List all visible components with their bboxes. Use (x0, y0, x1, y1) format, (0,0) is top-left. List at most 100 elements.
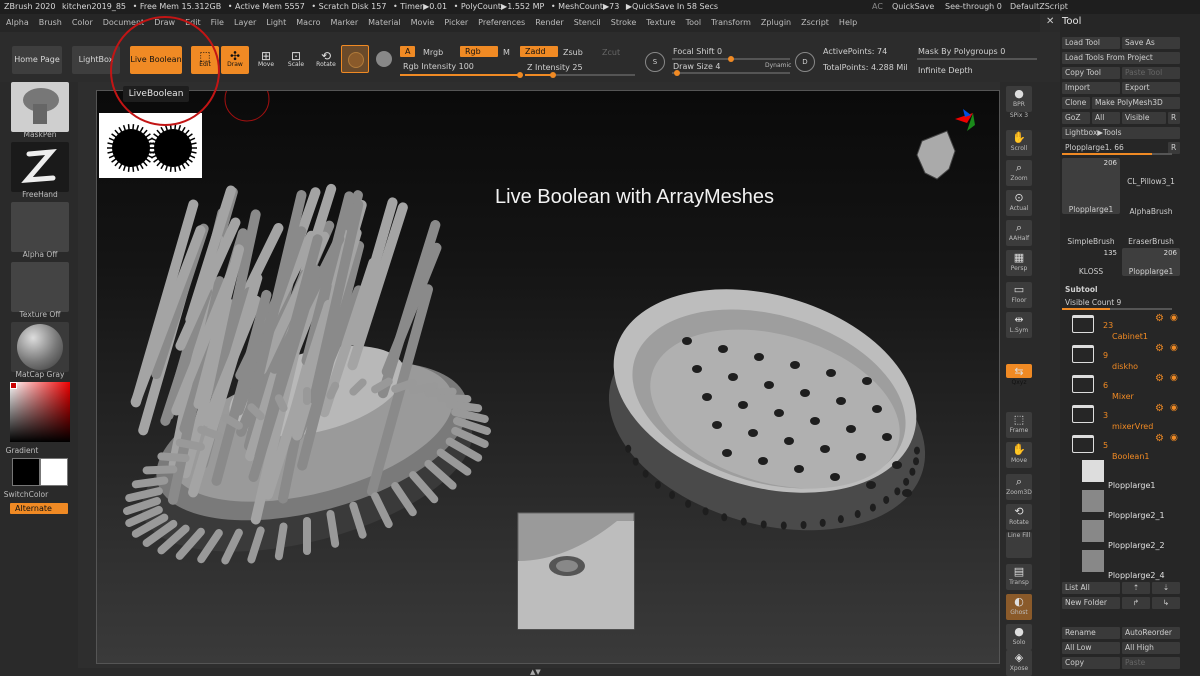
eye-icon[interactable]: ◉ (1170, 373, 1178, 383)
make-polymesh-button[interactable]: Make PolyMesh3D (1092, 97, 1180, 109)
subtool-child-thumb[interactable] (1082, 550, 1104, 572)
floor-button[interactable]: ▭ Floor (1006, 282, 1032, 308)
xpose-button[interactable]: ◈ Xpose (1006, 650, 1032, 676)
menu-macro[interactable]: Macro (296, 18, 320, 27)
menu-stencil[interactable]: Stencil (574, 18, 601, 27)
arrow-down-right-icon[interactable]: ↳ (1152, 597, 1180, 609)
r-button[interactable]: R (1168, 112, 1180, 124)
visible-count-track[interactable] (1062, 308, 1172, 310)
menu-layer[interactable]: Layer (234, 18, 256, 27)
all-high-button[interactable]: All High (1122, 642, 1180, 654)
subtool-folder-icon[interactable] (1072, 435, 1094, 453)
export-button[interactable]: Export (1122, 82, 1180, 94)
rgb-toggle[interactable]: Rgb (460, 46, 498, 57)
draw-button[interactable]: ✣ Draw (221, 46, 249, 74)
zsub-toggle[interactable]: Zsub (563, 48, 583, 57)
gear-icon[interactable]: ⚙ (1155, 313, 1164, 324)
rotate-view-button[interactable]: ⟲ Rotate (1006, 504, 1032, 530)
m-toggle[interactable]: M (503, 48, 510, 57)
import-button[interactable]: Import (1062, 82, 1120, 94)
alpha-thumb[interactable] (11, 202, 69, 252)
color-picker[interactable] (10, 382, 70, 442)
default-zscript[interactable]: DefaultZScript (1010, 0, 1068, 14)
lsym-button[interactable]: ⇹ L.Sym (1006, 312, 1032, 338)
frame-button[interactable]: ⬚ Frame (1006, 412, 1032, 438)
subtool-child-name[interactable]: Plopplarge2_4 (1108, 571, 1165, 580)
move-up-icon[interactable]: ⇡ (1122, 582, 1150, 594)
new-folder-button[interactable]: New Folder (1062, 597, 1120, 609)
visible-button[interactable]: Visible (1122, 112, 1166, 124)
menu-material[interactable]: Material (368, 18, 401, 27)
current-tool-slider-track[interactable] (1062, 153, 1172, 155)
subtool-child-thumb[interactable] (1082, 490, 1104, 512)
actual-button[interactable]: ⊙ Actual (1006, 190, 1032, 216)
switchcolor-button[interactable]: SwitchColor (0, 490, 66, 499)
move-view-button[interactable]: ✋ Move (1006, 442, 1032, 468)
list-all-button[interactable]: List All (1062, 582, 1120, 594)
menu-alpha[interactable]: Alpha (6, 18, 29, 27)
subtool-folder-icon[interactable] (1072, 375, 1094, 393)
primary-color-swatch[interactable] (12, 458, 40, 486)
menu-preferences[interactable]: Preferences (478, 18, 525, 27)
matcap-thumb[interactable] (11, 322, 69, 372)
eye-icon[interactable]: ◉ (1170, 403, 1178, 413)
alternate-button[interactable]: Alternate (10, 503, 68, 514)
dynamic-label[interactable]: Dynamic (765, 62, 791, 69)
menu-brush[interactable]: Brush (39, 18, 62, 27)
subtool-folder-name[interactable]: diskho (1112, 362, 1138, 371)
subtool-folder-icon[interactable] (1072, 405, 1094, 423)
maskpen-brush-thumb[interactable] (11, 82, 69, 132)
mrgb-toggle[interactable]: Mrgb (423, 48, 443, 57)
subtool-child-name[interactable]: Plopplarge2_1 (1108, 511, 1165, 520)
material-swatch[interactable] (341, 45, 369, 73)
qxyz-button[interactable]: ⇆ Qxyz (1006, 364, 1032, 386)
subtool-section-header[interactable]: Subtool (1062, 284, 1180, 296)
copy-button[interactable]: Copy (1062, 657, 1120, 669)
aahalf-button[interactable]: ⌕ AAHalf (1006, 220, 1032, 246)
menu-transform[interactable]: Transform (711, 18, 751, 27)
menu-tool[interactable]: Tool (686, 18, 702, 27)
goz-button[interactable]: GoZ (1062, 112, 1090, 124)
subtool-child-thumb[interactable] (1082, 460, 1104, 482)
tool-thumb-4[interactable]: EraserBrush (1122, 218, 1180, 246)
copy-tool-button[interactable]: Copy Tool (1062, 67, 1120, 79)
zoom-button[interactable]: ⌕ Zoom (1006, 160, 1032, 186)
a-toggle[interactable]: A (400, 46, 416, 57)
paste-button[interactable]: Paste (1122, 657, 1180, 669)
menu-zplugin[interactable]: Zplugin (761, 18, 791, 27)
texture-sphere-icon[interactable] (376, 51, 392, 67)
rotate-button[interactable]: ⟲ Rotate (312, 46, 340, 74)
panel-close-icon[interactable]: ✕ (1046, 16, 1054, 27)
subtool-child-name[interactable]: Plopplarge2_2 (1108, 541, 1165, 550)
gear-icon[interactable]: ⚙ (1155, 373, 1164, 384)
menu-zscript[interactable]: Zscript (801, 18, 829, 27)
subtool-child-name[interactable]: Plopplarge1 (1108, 481, 1155, 490)
spix-slider[interactable]: SPix 3 (1006, 112, 1032, 124)
subtool-child-thumb[interactable] (1082, 520, 1104, 542)
load-from-project-button[interactable]: Load Tools From Project (1062, 52, 1180, 64)
menu-texture[interactable]: Texture (646, 18, 675, 27)
secondary-color-swatch[interactable] (40, 458, 68, 486)
mask-polygroups-slider[interactable] (917, 58, 1037, 60)
rename-button[interactable]: Rename (1062, 627, 1120, 639)
subtool-folder-name[interactable]: Cabinet1 (1112, 332, 1148, 341)
draw-d-button[interactable]: D (795, 52, 815, 72)
focal-shift-slider[interactable] (672, 56, 790, 62)
quicksave-button[interactable]: QuickSave (892, 0, 934, 14)
scroll-button[interactable]: ✋ Scroll (1006, 130, 1032, 156)
eye-icon[interactable]: ◉ (1170, 313, 1178, 323)
gear-icon[interactable]: ⚙ (1155, 433, 1164, 444)
scale-button[interactable]: ⊡ Scale (282, 46, 310, 74)
move-button[interactable]: ⊞ Move (252, 46, 280, 74)
z-intensity-slider[interactable] (525, 72, 635, 78)
subtool-folder-icon[interactable] (1072, 345, 1094, 363)
texture-thumb[interactable] (11, 262, 69, 312)
menu-picker[interactable]: Picker (444, 18, 468, 27)
subtool-folder-icon[interactable] (1072, 315, 1094, 333)
arrow-right-icon[interactable]: ↱ (1122, 597, 1150, 609)
menu-help[interactable]: Help (839, 18, 857, 27)
zcut-toggle[interactable]: Zcut (602, 48, 620, 57)
zoom3d-button[interactable]: ⌕ Zoom3D (1006, 474, 1032, 500)
gear-icon[interactable]: ⚙ (1155, 343, 1164, 354)
tool-thumb-0[interactable]: Plopplarge1 206 (1062, 158, 1120, 214)
